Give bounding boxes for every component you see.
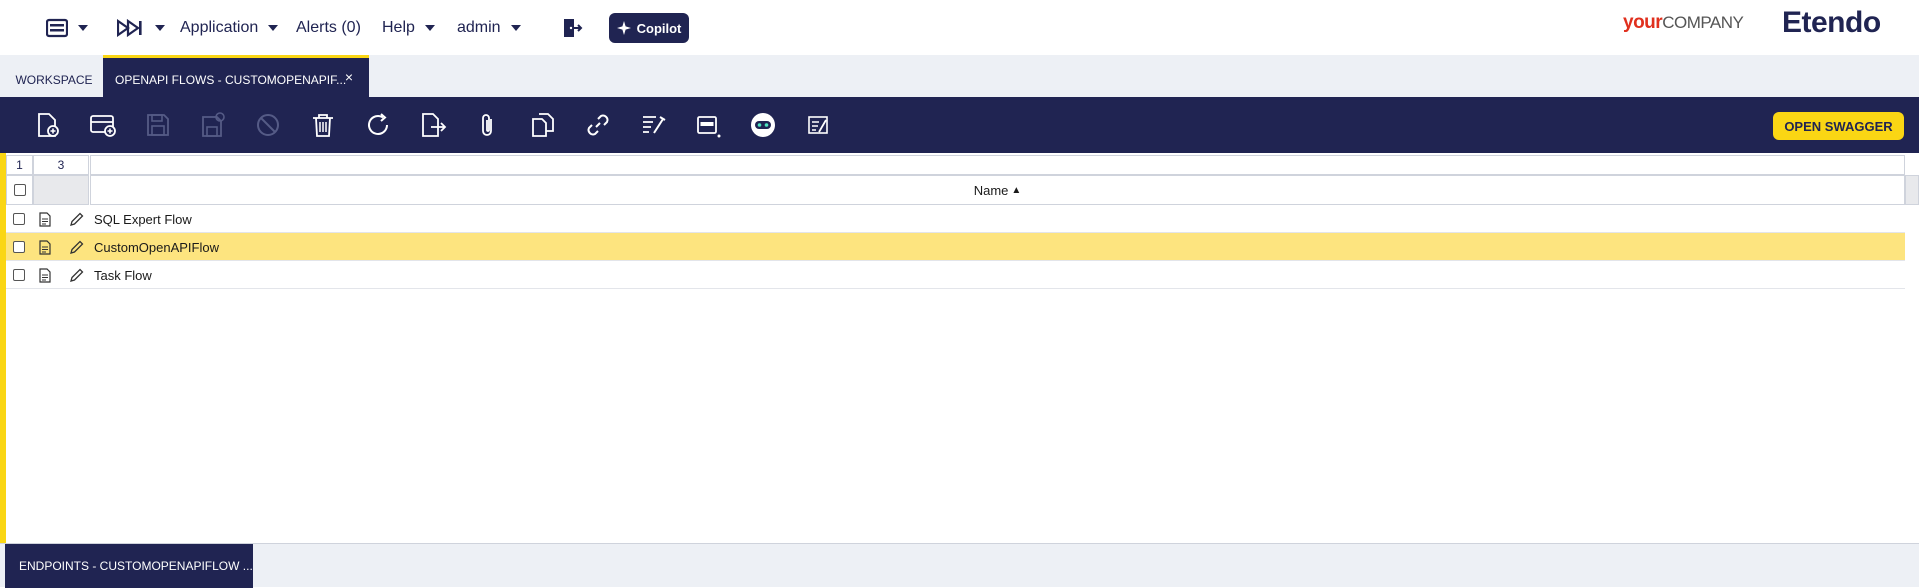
- chevron-down-icon: [78, 24, 88, 31]
- logout-icon: [564, 18, 583, 37]
- sparkle-icon: [616, 21, 631, 35]
- alerts-label: Alerts (0): [296, 18, 361, 36]
- export-icon[interactable]: [419, 111, 447, 139]
- row-name: CustomOpenAPIFlow: [94, 239, 219, 255]
- table-row[interactable]: SQL Expert Flow: [6, 205, 1905, 233]
- total-count: 3: [33, 155, 89, 175]
- new-row-icon[interactable]: [89, 111, 117, 139]
- column-header-name-label: Name: [973, 182, 1009, 198]
- help-menu[interactable]: Help: [382, 0, 435, 55]
- clone-icon[interactable]: [529, 111, 557, 139]
- open-swagger-label: OPEN SWAGGER: [1784, 118, 1893, 134]
- attachment-icon[interactable]: [474, 111, 502, 139]
- grid-view-icon[interactable]: [694, 111, 722, 139]
- refresh-icon[interactable]: [364, 111, 392, 139]
- undo-icon[interactable]: [254, 111, 282, 139]
- copilot-button[interactable]: Copilot: [609, 13, 689, 43]
- toolbar: OPEN SWAGGER: [0, 97, 1919, 153]
- new-document-icon[interactable]: [34, 111, 62, 139]
- sort-ascending-icon: ▲: [1011, 184, 1022, 196]
- audit-icon[interactable]: [639, 111, 667, 139]
- edit-pencil-icon[interactable]: [69, 268, 84, 283]
- document-icon[interactable]: [39, 240, 51, 255]
- chevron-down-icon: [268, 24, 279, 31]
- fast-forward-icon: [117, 18, 142, 37]
- row-checkbox[interactable]: [13, 241, 25, 253]
- window-tabs: WORKSPACE OPENAPI FLOWS - CUSTOMOPENAPIF…: [0, 55, 1919, 97]
- records-grid: 1 3 Name ▲ SQL Expert Flow CustomOpenAPI…: [6, 153, 1919, 543]
- chevron-down-icon: [424, 24, 435, 31]
- tab-workspace[interactable]: WORKSPACE: [5, 55, 103, 97]
- translate-icon[interactable]: [804, 111, 832, 139]
- user-menu-label: admin: [457, 18, 501, 36]
- table-row[interactable]: CustomOpenAPIFlow: [6, 233, 1905, 261]
- selected-count: 1: [6, 155, 33, 175]
- edit-pencil-icon[interactable]: [69, 240, 84, 255]
- menu-button[interactable]: [46, 0, 88, 55]
- quick-launch-button[interactable]: [117, 0, 165, 55]
- table-row[interactable]: Task Flow: [6, 261, 1905, 289]
- row-name: Task Flow: [94, 267, 152, 283]
- column-header-name[interactable]: Name ▲: [90, 175, 1905, 205]
- save-close-icon[interactable]: [199, 111, 227, 139]
- etendo-logo: Etendo: [1782, 6, 1881, 39]
- row-checkbox[interactable]: [13, 213, 25, 225]
- chevron-down-icon: [155, 24, 165, 31]
- user-menu[interactable]: admin: [457, 0, 521, 55]
- tab-openapi-flows-label: OPENAPI FLOWS - CUSTOMOPENAPIF...: [115, 73, 347, 87]
- tab-endpoints-label: ENDPOINTS - CUSTOMOPENAPIFLOW ...: [19, 559, 253, 573]
- top-navigation: Application Alerts (0) Help admin Copilo…: [0, 0, 1919, 55]
- company-logo-your: your: [1623, 12, 1663, 33]
- tab-openapi-flows[interactable]: OPENAPI FLOWS - CUSTOMOPENAPIF... ×: [103, 55, 369, 97]
- grid-count-row: 1 3: [6, 155, 1919, 175]
- tab-workspace-label: WORKSPACE: [15, 73, 93, 87]
- copilot-label: Copilot: [636, 20, 682, 36]
- save-icon[interactable]: [144, 111, 172, 139]
- select-all-checkbox[interactable]: [13, 184, 26, 196]
- grid-header: Name ▲: [6, 175, 1919, 205]
- row-actions-header: [33, 175, 89, 205]
- filter-input[interactable]: [90, 155, 1905, 175]
- document-icon[interactable]: [39, 268, 51, 283]
- open-swagger-button[interactable]: OPEN SWAGGER: [1773, 112, 1904, 140]
- help-menu-label: Help: [382, 18, 415, 36]
- edit-pencil-icon[interactable]: [69, 212, 84, 227]
- alerts-link[interactable]: Alerts (0): [296, 0, 361, 55]
- application-menu-label: Application: [180, 18, 259, 36]
- application-menu[interactable]: Application: [180, 0, 279, 55]
- link-icon[interactable]: [584, 111, 612, 139]
- logout-button[interactable]: [561, 0, 583, 55]
- document-icon[interactable]: [39, 212, 51, 227]
- child-tabs-bar: ENDPOINTS - CUSTOMOPENAPIFLOW ...: [0, 543, 1919, 588]
- header-scroll-spacer: [1905, 175, 1919, 205]
- chevron-down-icon: [510, 24, 521, 31]
- delete-icon[interactable]: [309, 111, 337, 139]
- close-icon[interactable]: ×: [345, 69, 353, 85]
- select-all-cell: [6, 175, 33, 205]
- company-logo: yourCOMPANY: [1623, 12, 1744, 34]
- row-checkbox[interactable]: [13, 269, 25, 281]
- row-name: SQL Expert Flow: [94, 211, 192, 227]
- copilot-bot-icon[interactable]: [749, 111, 777, 139]
- company-logo-company: COMPANY: [1662, 13, 1744, 32]
- tab-endpoints[interactable]: ENDPOINTS - CUSTOMOPENAPIFLOW ...: [5, 544, 253, 588]
- grid-menu-icon: [46, 18, 68, 37]
